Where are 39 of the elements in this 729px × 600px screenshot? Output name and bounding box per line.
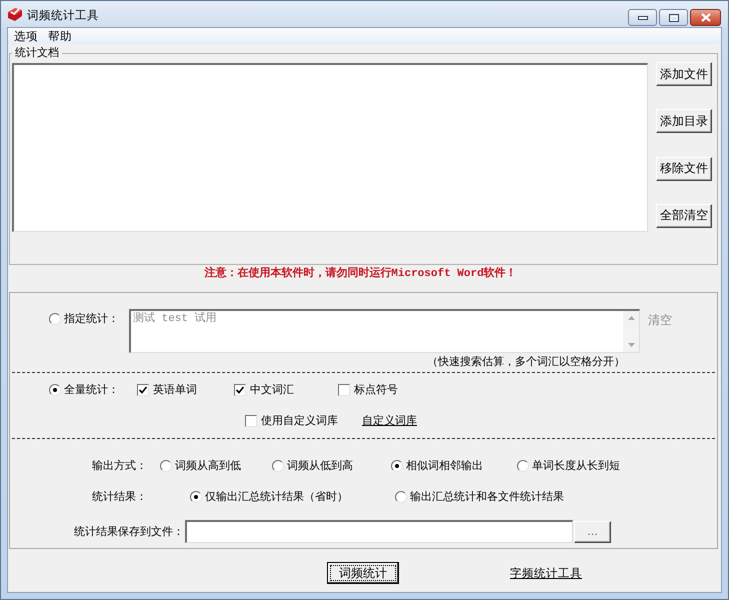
checkbox-option[interactable]: 中文词汇 [234, 383, 294, 397]
radio-option[interactable]: 相似词相邻输出 [391, 459, 483, 473]
checkbox-option[interactable]: 标点符号 [338, 383, 398, 397]
checkbox-option[interactable]: 英语单词 [137, 383, 197, 397]
dictionary-link[interactable]: 自定义词库 [362, 414, 417, 428]
clear-all-button[interactable]: 全部清空 [656, 204, 712, 228]
window-title: 词频统计工具 [27, 8, 99, 22]
radio-option[interactable]: 仅输出汇总统计结果（省时） [190, 490, 348, 504]
add-folder-button[interactable]: 添加目录 [656, 109, 712, 134]
radio-option[interactable]: 全量统计： [49, 383, 119, 397]
checkbox-option[interactable]: 使用自定义词库 [245, 414, 338, 428]
minimize-button[interactable] [628, 9, 657, 26]
group-title: 统计文档 [14, 46, 60, 60]
add-file-button[interactable]: 添加文件 [656, 62, 712, 86]
menu-item[interactable]: 选项 [9, 28, 43, 44]
close-button[interactable] [690, 9, 721, 26]
field-label: 统计结果： [92, 490, 147, 504]
remove-file-button[interactable]: 移除文件 [656, 156, 712, 181]
down-arrow-icon [628, 343, 634, 347]
field-label: 统计结果保存到文件： [74, 524, 184, 538]
radio-option[interactable]: 输出汇总统计和各文件统计结果 [395, 490, 564, 504]
browse-button[interactable]: ... [574, 520, 611, 542]
maximize-button[interactable] [659, 9, 688, 26]
char-frequency-link[interactable]: 字频统计工具 [510, 566, 582, 580]
radio-option[interactable]: 词频从高到低 [160, 459, 241, 473]
menu-item[interactable]: 帮助 [43, 28, 77, 44]
radio-option[interactable]: 指定统计： [49, 312, 119, 326]
run-button[interactable]: 词频统计 [327, 562, 399, 584]
up-arrow-icon [628, 316, 634, 320]
minimize-icon [638, 16, 648, 20]
close-icon [700, 13, 710, 22]
radio-option[interactable]: 单词长度从长到短 [517, 459, 620, 473]
hint-text: （快速搜索估算，多个词汇以空格分开） [427, 355, 625, 369]
warning-text: 注意：在使用本软件时，请勿同时运行Microsoft Word软件！ [203, 266, 518, 282]
save-path-field[interactable] [185, 520, 573, 543]
tick-cube-icon [7, 6, 23, 22]
radio-option[interactable]: 词频从低到高 [272, 459, 353, 473]
field-label: 输出方式： [92, 459, 147, 473]
maximize-icon [668, 14, 678, 22]
